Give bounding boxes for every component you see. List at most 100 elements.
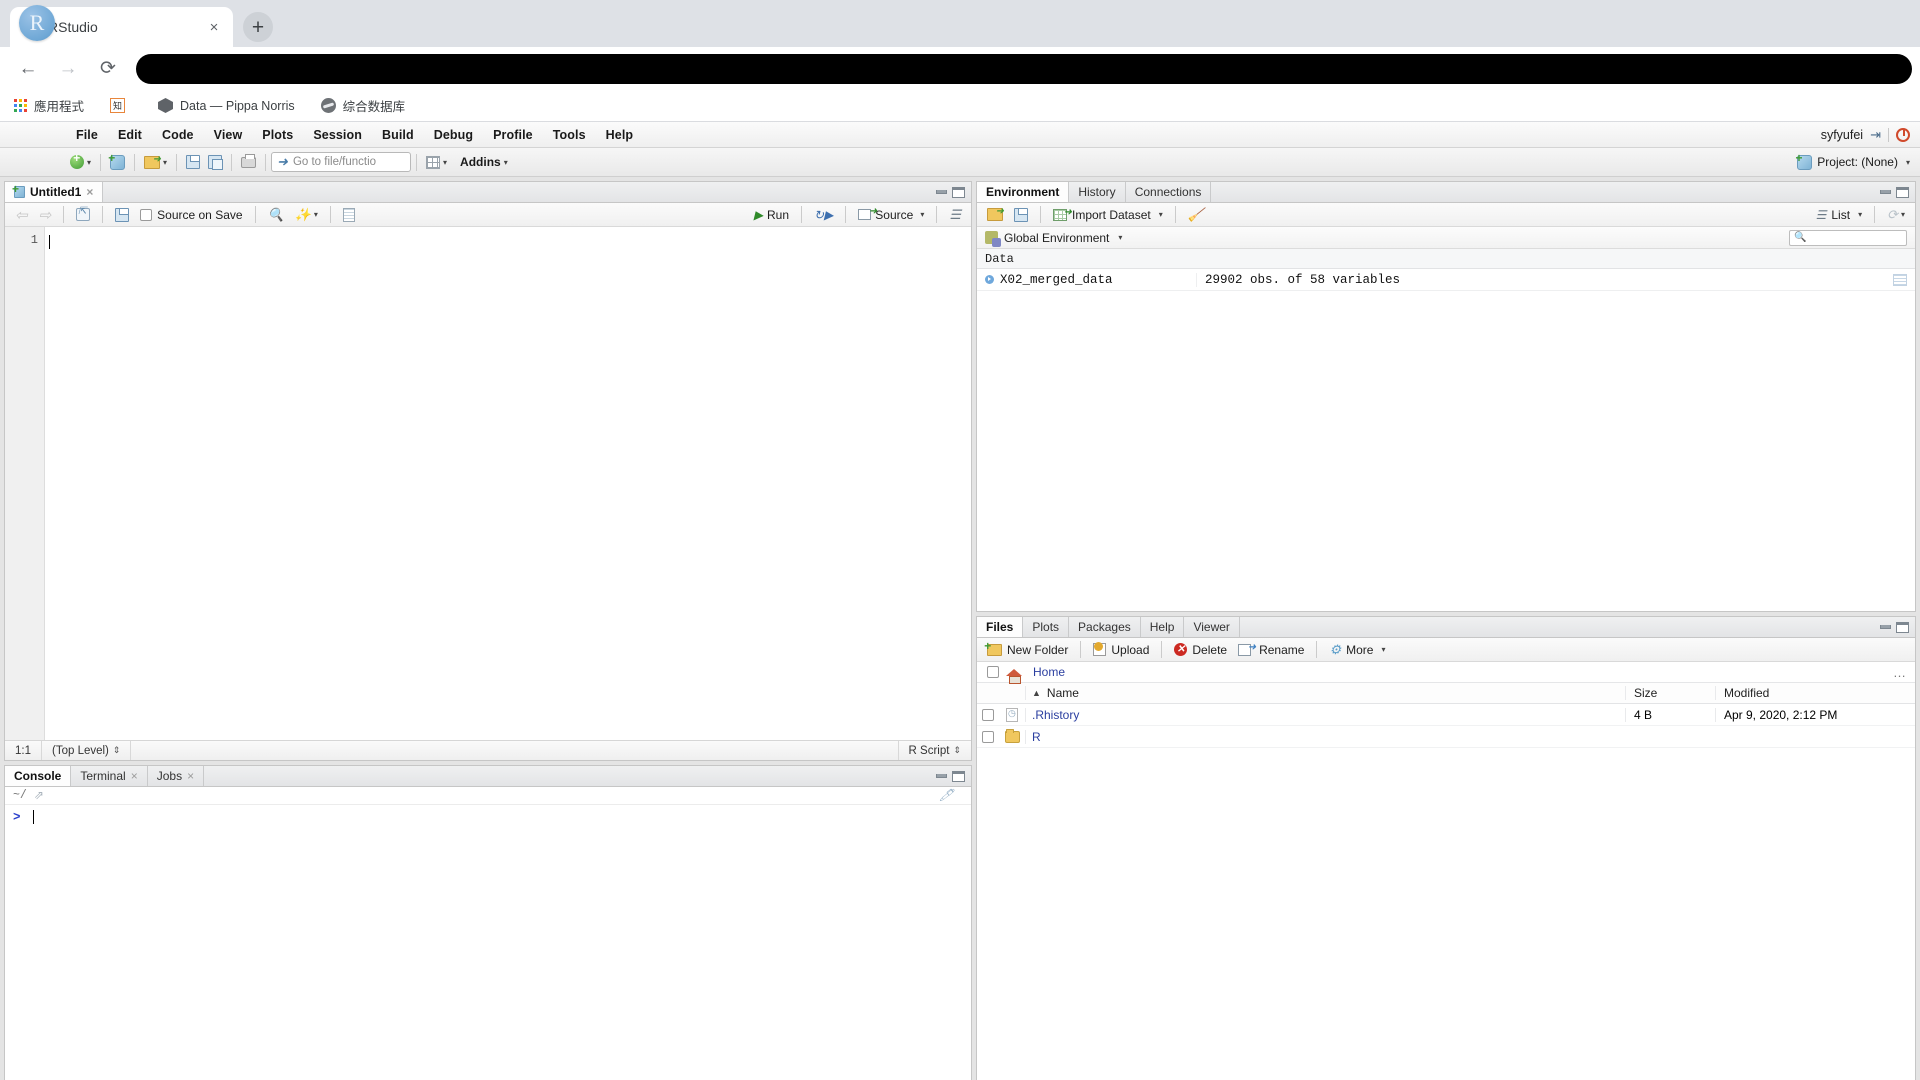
menu-edit[interactable]: Edit [108, 125, 152, 145]
tab-history[interactable]: History [1069, 182, 1126, 202]
console-clear-icon[interactable]: 🖊 [939, 788, 963, 803]
menu-profile[interactable]: Profile [483, 125, 543, 145]
column-header-name[interactable]: ▲ Name [1025, 686, 1625, 700]
forward-button[interactable]: ⇨ [35, 204, 56, 226]
select-all-checkbox[interactable] [987, 666, 999, 678]
run-button[interactable]: ▶ Run [750, 204, 793, 226]
files-row[interactable]: R [977, 726, 1915, 748]
save-current-document-button[interactable] [111, 204, 133, 226]
refresh-environment-button[interactable]: ⟳ ▾ [1883, 204, 1909, 226]
chevron-down-icon[interactable]: ▾ [920, 210, 924, 219]
open-file-button[interactable]: ▾ [140, 151, 171, 173]
save-all-button[interactable] [204, 151, 226, 173]
scope-selector[interactable]: (Top Level) ⇕ [42, 741, 132, 760]
column-header-size[interactable]: Size [1625, 686, 1715, 700]
chevron-down-icon[interactable]: ▾ [314, 210, 318, 219]
more-options-icon[interactable]: … [1893, 665, 1915, 680]
chevron-down-icon[interactable]: ▾ [163, 158, 167, 167]
maximize-icon[interactable] [1896, 186, 1909, 198]
minimize-icon[interactable] [936, 774, 947, 778]
save-button[interactable] [182, 151, 204, 173]
reload-icon[interactable]: ⟳ [93, 54, 123, 84]
environment-search-input[interactable]: 🔍 [1789, 229, 1907, 246]
compile-report-button[interactable] [339, 204, 359, 226]
console-output[interactable]: > [5, 805, 971, 1080]
tab-console[interactable]: Console [5, 766, 72, 786]
workspace-panes-button[interactable]: ▾ [422, 151, 451, 173]
chevron-down-icon[interactable]: ▾ [443, 158, 447, 167]
print-button[interactable] [237, 151, 260, 173]
new-file-button[interactable]: ▾ [66, 151, 95, 173]
more-button[interactable]: ⚙ More ▾ [1325, 639, 1389, 661]
import-dataset-button[interactable]: Import Dataset ▾ [1049, 204, 1167, 226]
forward-icon[interactable]: → [53, 54, 83, 84]
environment-object-row[interactable]: X02_merged_data 29902 obs. of 58 variabl… [977, 269, 1915, 291]
chevron-down-icon[interactable]: ▾ [1858, 210, 1862, 219]
file-name[interactable]: .Rhistory [1025, 707, 1625, 722]
chevron-down-icon[interactable]: ▾ [1159, 210, 1163, 219]
maximize-icon[interactable] [1896, 621, 1909, 633]
rerun-button[interactable]: ↻▶ [810, 204, 837, 226]
signout-icon[interactable]: ⇥ [1870, 127, 1881, 143]
tab-viewer[interactable]: Viewer [1184, 617, 1240, 637]
maximize-icon[interactable] [952, 770, 965, 782]
row-checkbox[interactable] [982, 730, 994, 743]
breadcrumb-home[interactable]: Home [1033, 665, 1065, 679]
files-row[interactable]: .Rhistory 4 B Apr 9, 2020, 2:12 PM [977, 704, 1915, 726]
addins-button[interactable]: Addins ▾ [451, 151, 512, 173]
chevron-down-icon[interactable]: ▾ [1118, 233, 1122, 242]
tab-terminal[interactable]: Terminal × [71, 766, 148, 786]
clear-workspace-button[interactable]: 🧹 [1184, 204, 1208, 226]
chevron-down-icon[interactable]: ▾ [504, 158, 508, 167]
menu-debug[interactable]: Debug [424, 125, 483, 145]
column-header-modified[interactable]: Modified [1715, 686, 1915, 700]
chevron-down-icon[interactable]: ▾ [87, 158, 91, 167]
source-on-save-checkbox[interactable]: Source on Save [136, 204, 246, 226]
address-bar[interactable] [136, 53, 1912, 84]
code-text-area[interactable] [45, 227, 971, 740]
new-project-button[interactable] [106, 151, 129, 173]
bookmark-database[interactable]: 综合数据库 [315, 93, 412, 118]
chevron-down-icon[interactable]: ▾ [1381, 645, 1385, 654]
minimize-icon[interactable] [1880, 190, 1891, 194]
tab-packages[interactable]: Packages [1069, 617, 1141, 637]
close-icon[interactable]: × [131, 769, 138, 783]
document-outline-button[interactable]: ☰ [945, 204, 965, 226]
file-name[interactable]: R [1025, 729, 1625, 744]
delete-button[interactable]: ✕ Delete [1170, 639, 1231, 661]
view-directory-icon[interactable]: ⇗ [34, 788, 44, 803]
code-tools-button[interactable]: ✨ ▾ [291, 204, 322, 226]
menu-view[interactable]: View [204, 125, 253, 145]
row-checkbox[interactable] [982, 708, 994, 721]
chevron-down-icon[interactable]: ▾ [1906, 158, 1910, 167]
menu-tools[interactable]: Tools [543, 125, 596, 145]
project-selector[interactable]: Project: (None) ▾ [1795, 151, 1920, 170]
close-icon[interactable]: × [205, 18, 223, 36]
tab-files[interactable]: Files [977, 617, 1024, 637]
tab-plots[interactable]: Plots [1023, 617, 1070, 637]
menu-session[interactable]: Session [303, 125, 372, 145]
load-workspace-button[interactable] [983, 204, 1007, 226]
save-workspace-button[interactable] [1010, 204, 1032, 226]
back-icon[interactable]: ← [13, 54, 43, 84]
menu-help[interactable]: Help [596, 125, 644, 145]
maximize-icon[interactable] [952, 186, 965, 198]
show-in-new-window-button[interactable] [72, 204, 94, 226]
menu-code[interactable]: Code [152, 125, 204, 145]
menu-file[interactable]: File [66, 125, 108, 145]
source-editor[interactable]: 1 [5, 227, 971, 740]
tab-environment[interactable]: Environment [977, 182, 1070, 202]
view-mode-button[interactable]: ☰ List ▾ [1812, 204, 1866, 226]
menu-build[interactable]: Build [372, 125, 424, 145]
bookmark-data-pippa-norris[interactable]: Data — Pippa Norris [152, 95, 301, 116]
source-button[interactable]: Source ▾ [854, 204, 928, 226]
tab-connections[interactable]: Connections [1126, 182, 1212, 202]
chevron-down-icon[interactable]: ▾ [1901, 210, 1905, 219]
tab-help[interactable]: Help [1141, 617, 1185, 637]
view-dataframe-icon[interactable] [1893, 273, 1907, 286]
close-icon[interactable]: × [86, 185, 93, 199]
document-type-selector[interactable]: R Script ⇕ [897, 741, 971, 760]
menu-plots[interactable]: Plots [252, 125, 303, 145]
upload-button[interactable]: Upload [1089, 639, 1153, 661]
power-icon[interactable] [1896, 127, 1910, 142]
